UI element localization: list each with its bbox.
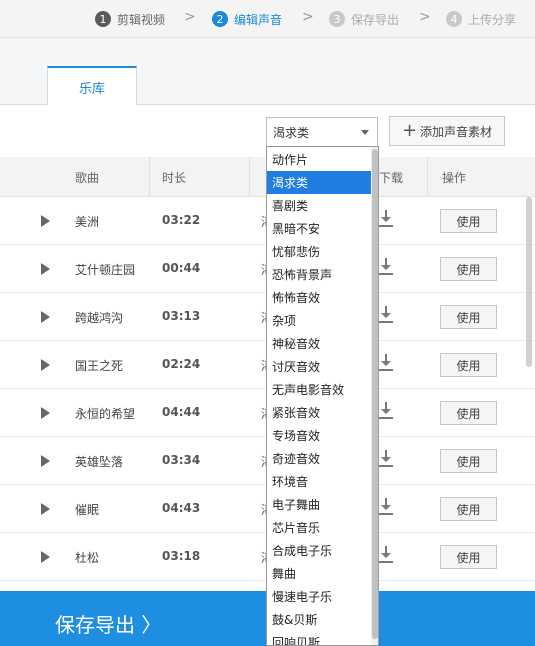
step-label: 上传分享 [468, 12, 517, 27]
dropdown-option[interactable]: 电子舞曲 [267, 493, 372, 516]
plus-icon: + [401, 120, 418, 141]
song-duration: 02:24 [162, 357, 201, 371]
column-divider [249, 157, 250, 197]
use-button[interactable]: 使用 [440, 545, 497, 569]
add-sound-button[interactable]: + 添加声音素材 [389, 116, 505, 146]
use-button[interactable]: 使用 [440, 257, 497, 281]
play-icon[interactable] [41, 407, 50, 419]
song-name: 英雄坠落 [75, 455, 124, 469]
song-name: 催眠 [75, 503, 100, 517]
category-select[interactable]: 渴求类 [266, 117, 378, 147]
dropdown-option[interactable]: 奇迹音效 [267, 447, 372, 470]
dropdown-option[interactable]: 渴求类 [267, 171, 372, 194]
download-icon[interactable] [379, 450, 393, 468]
step-number: 3 [329, 11, 345, 27]
chevron-down-icon [361, 130, 369, 135]
dropdown-option[interactable]: 回响贝斯 [267, 631, 372, 645]
dropdown-option[interactable]: 紧张音效 [267, 401, 372, 424]
song-duration: 03:18 [162, 549, 201, 563]
chevron-right-icon: > [419, 9, 431, 25]
play-icon[interactable] [41, 263, 50, 275]
step-number: 1 [95, 11, 111, 27]
dropdown-option[interactable]: 动作片 [267, 148, 372, 171]
song-name: 永恒的希望 [75, 407, 136, 421]
song-duration: 03:13 [162, 309, 201, 323]
category-select-value: 渴求类 [273, 125, 310, 140]
dropdown-option[interactable]: 专场音效 [267, 424, 372, 447]
play-icon[interactable] [41, 359, 50, 371]
dropdown-option[interactable]: 慢速电子乐 [267, 585, 372, 608]
chevron-right-icon: > [302, 9, 314, 25]
download-icon[interactable] [379, 354, 393, 372]
play-icon[interactable] [41, 503, 50, 515]
dropdown-scrollbar-thumb[interactable] [372, 149, 378, 639]
use-button[interactable]: 使用 [440, 305, 497, 329]
dropdown-option[interactable]: 忧郁悲伤 [267, 240, 372, 263]
use-button[interactable]: 使用 [440, 209, 497, 233]
step-save-export[interactable]: 3 保存导出 [329, 10, 399, 28]
download-icon[interactable] [379, 258, 393, 276]
dropdown-option[interactable]: 芯片音乐 [267, 516, 372, 539]
table-scrollbar[interactable] [526, 197, 532, 367]
steps-bar: 1 剪辑视频 > 2 编辑声音 > 3 保存导出 > 4 上传分享 [0, 0, 535, 38]
song-duration: 03:34 [162, 453, 201, 467]
download-icon[interactable] [379, 546, 393, 564]
dropdown-option[interactable]: 怖怖音效 [267, 286, 372, 309]
header-action: 操作 [442, 171, 467, 185]
song-duration: 03:22 [162, 213, 201, 227]
dropdown-option[interactable]: 恐怖背景声 [267, 263, 372, 286]
song-name: 跨越鸿沟 [75, 311, 124, 325]
add-sound-label: 添加声音素材 [420, 124, 493, 139]
step-edit-sound[interactable]: 2 编辑声音 [212, 10, 282, 28]
dropdown-option[interactable]: 讨厌音效 [267, 355, 372, 378]
download-icon[interactable] [379, 210, 393, 228]
save-export-button[interactable]: 保存导出 〉 [55, 609, 161, 638]
step-number: 2 [212, 11, 228, 27]
use-button[interactable]: 使用 [440, 401, 497, 425]
song-duration: 00:44 [162, 261, 201, 275]
dropdown-option[interactable]: 神秘音效 [267, 332, 372, 355]
dropdown-option[interactable]: 鼓&贝斯 [267, 608, 372, 631]
song-name: 杜松 [75, 551, 100, 565]
column-divider [427, 157, 428, 197]
song-duration: 04:44 [162, 405, 201, 419]
play-icon[interactable] [41, 215, 50, 227]
step-edit-video[interactable]: 1 剪辑视频 [95, 10, 165, 28]
header-song: 歌曲 [75, 171, 100, 185]
download-icon[interactable] [379, 498, 393, 516]
play-icon[interactable] [41, 311, 50, 323]
download-icon[interactable] [379, 402, 393, 420]
column-divider [149, 157, 150, 197]
dropdown-option[interactable]: 环境音 [267, 470, 372, 493]
category-dropdown-list: 动作片 渴求类 喜剧类 黑暗不安 忧郁悲伤 恐怖背景声 怖怖音效 杂项 神秘音效 讨厌音效 无声电影… [266, 146, 379, 646]
song-name: 美洲 [75, 215, 100, 229]
play-icon[interactable] [41, 551, 50, 563]
step-label: 保存导出 [351, 12, 400, 27]
dropdown-option[interactable]: 合成电子乐 [267, 539, 372, 562]
chevron-right-icon: > [184, 9, 196, 25]
step-number: 4 [446, 11, 462, 27]
header-download: 下载 [379, 171, 404, 185]
song-name: 国王之死 [75, 359, 124, 373]
dropdown-option[interactable]: 无声电影音效 [267, 378, 372, 401]
tab-music-library[interactable]: 乐库 [47, 66, 137, 106]
header-duration: 时长 [162, 171, 187, 185]
step-label: 剪辑视频 [117, 12, 166, 27]
dropdown-option[interactable]: 喜剧类 [267, 194, 372, 217]
use-button[interactable]: 使用 [440, 497, 497, 521]
dropdown-option[interactable]: 黑暗不安 [267, 217, 372, 240]
step-label: 编辑声音 [234, 12, 283, 27]
step-upload-share[interactable]: 4 上传分享 [446, 10, 516, 28]
play-icon[interactable] [41, 455, 50, 467]
dropdown-option[interactable]: 杂项 [267, 309, 372, 332]
use-button[interactable]: 使用 [440, 353, 497, 377]
tabs-bar: 乐库 [0, 38, 535, 106]
download-icon[interactable] [379, 306, 393, 324]
song-duration: 04:43 [162, 501, 201, 515]
use-button[interactable]: 使用 [440, 449, 497, 473]
dropdown-option[interactable]: 舞曲 [267, 562, 372, 585]
song-name: 艾什顿庄园 [75, 263, 136, 277]
dropdown-scrollbar[interactable] [371, 147, 378, 645]
